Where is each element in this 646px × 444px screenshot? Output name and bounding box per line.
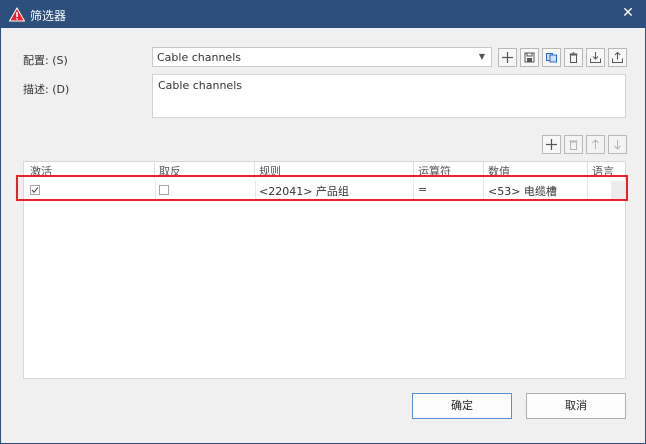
copy-config-button[interactable] <box>542 48 561 67</box>
title-bar: 筛选器 ✕ <box>1 1 645 28</box>
export-icon <box>612 51 623 63</box>
save-config-button[interactable] <box>520 48 539 67</box>
description-textarea[interactable]: Cable channels <box>152 74 626 118</box>
add-icon <box>502 52 513 63</box>
add-config-button[interactable] <box>498 48 517 67</box>
arrow-down-icon <box>614 140 621 150</box>
delete-icon <box>569 140 578 150</box>
filter-dialog: 筛选器 ✕ 配置: (S) Cable channels ▼ 描述: (D) C… <box>0 0 646 444</box>
description-label: 描述: (D) <box>23 83 70 96</box>
delete-icon <box>569 52 578 63</box>
arrow-up-icon <box>592 139 599 149</box>
delete-config-button[interactable] <box>564 48 583 67</box>
add-icon <box>546 139 557 150</box>
import-config-button[interactable] <box>586 48 605 67</box>
copy-icon <box>546 53 557 63</box>
ok-button[interactable]: 确定 <box>412 393 512 419</box>
chevron-down-icon: ▼ <box>478 52 485 61</box>
window-title: 筛选器 <box>30 9 67 23</box>
row-highlight-frame <box>16 175 628 201</box>
move-down-button[interactable] <box>608 135 627 154</box>
add-row-button[interactable] <box>542 135 561 154</box>
description-text: Cable channels <box>158 79 242 92</box>
cancel-button[interactable]: 取消 <box>526 393 626 419</box>
save-icon <box>524 52 535 63</box>
warning-triangle-icon <box>9 7 25 22</box>
close-button[interactable]: ✕ <box>619 4 637 22</box>
config-select-value: Cable channels <box>157 51 241 64</box>
config-label: 配置: (S) <box>23 54 68 67</box>
delete-row-button[interactable] <box>564 135 583 154</box>
import-icon <box>590 52 601 63</box>
move-up-button[interactable] <box>586 135 605 154</box>
close-icon: ✕ <box>622 5 634 21</box>
export-config-button[interactable] <box>608 48 627 67</box>
config-select[interactable]: Cable channels ▼ <box>152 47 492 67</box>
